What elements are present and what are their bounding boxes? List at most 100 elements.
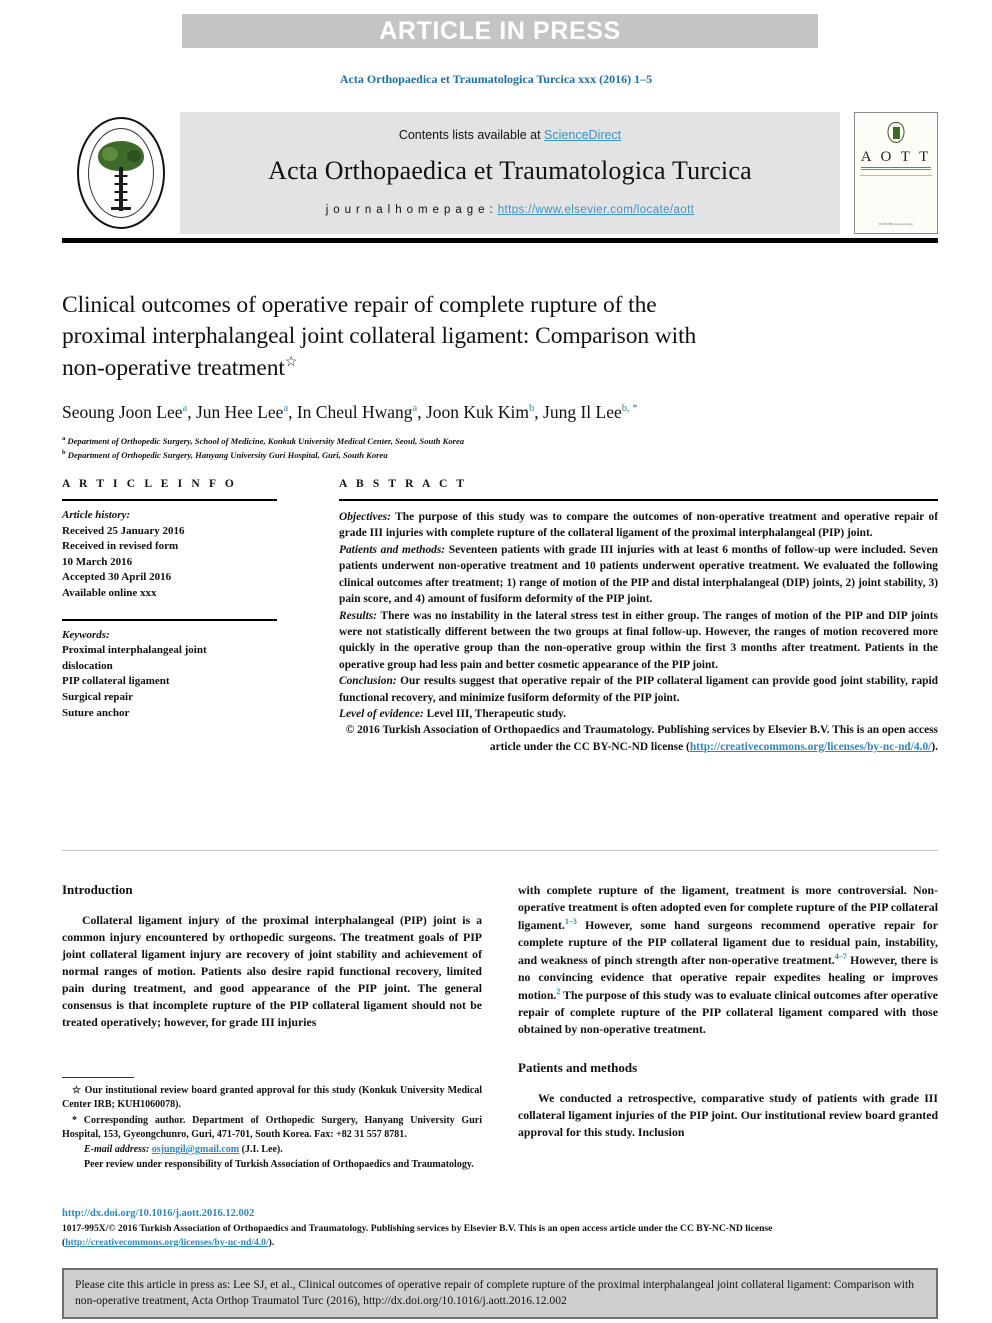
footnote-separator-rule xyxy=(62,1077,134,1078)
page-title: Clinical outcomes of operative repair of… xyxy=(62,290,938,384)
history-item: 10 March 2016 xyxy=(62,555,133,568)
journal-cover-thumbnail: A O T T ELSEVIER www.aott.org.tr xyxy=(854,112,938,234)
history-item: Received in revised form xyxy=(62,540,179,553)
affiliation-list: a Department of Orthopedic Surgery, Scho… xyxy=(62,434,938,462)
author-separator: , xyxy=(288,401,297,422)
keyword-item: PIP collateral ligament xyxy=(62,675,170,688)
publisher-line-tail: ). xyxy=(268,1236,275,1248)
publisher-license-line: 1017-995X/© 2016 Turkish Association of … xyxy=(62,1222,938,1249)
citation-box: Please cite this article in press as: Le… xyxy=(62,1268,938,1320)
tree-emblem-icon xyxy=(77,117,165,229)
email-owner: (J.I. Lee). xyxy=(239,1144,283,1156)
affiliation-text: Department of Orthopedic Surgery, School… xyxy=(67,435,465,446)
publisher-footer: http://dx.doi.org/10.1016/j.aott.2016.12… xyxy=(62,1208,938,1249)
author-item[interactable]: Jung Il Leeb, * xyxy=(543,402,637,422)
history-item: Accepted 30 April 2016 xyxy=(62,571,172,584)
masthead-bottom-rule xyxy=(62,238,938,243)
abstract-body: Objectives: The purpose of this study wa… xyxy=(339,501,938,755)
abstract-section: Patients and methods: Seventeen patients… xyxy=(339,542,938,608)
journal-title: Acta Orthopaedica et Traumatologica Turc… xyxy=(268,156,752,185)
author-item[interactable]: Jun Hee Leea xyxy=(196,402,288,422)
sciencedirect-link[interactable]: ScienceDirect xyxy=(544,128,621,142)
abstract-section-label: Objectives: xyxy=(339,511,391,523)
author-name: In Cheul Hwang xyxy=(296,401,413,422)
journal-logo xyxy=(62,112,180,234)
abstract-section-label: Results: xyxy=(339,609,377,622)
abstract-section-text: Level III, Therapeutic study. xyxy=(423,708,566,721)
keywords-block: Keywords: Proximal interphalangeal joint… xyxy=(62,621,320,722)
cover-crest-icon xyxy=(887,122,905,143)
doi-link[interactable]: http://dx.doi.org/10.1016/j.aott.2016.12… xyxy=(62,1208,254,1219)
abstract-heading: A B S T R A C T xyxy=(339,478,468,490)
author-item[interactable]: Joon Kuk Kimb xyxy=(426,402,534,422)
affiliation-marker: b xyxy=(62,448,66,456)
keywords-label: Keywords: xyxy=(62,628,110,641)
author-name: Joon Kuk Kim xyxy=(425,401,530,422)
contents-prefix-text: Contents lists available at xyxy=(398,128,545,142)
title-line-2: proximal interphalangeal joint collatera… xyxy=(62,323,697,350)
author-item[interactable]: Seoung Joon Leea xyxy=(62,402,187,422)
footnote-marker: ☆ xyxy=(72,1085,82,1096)
cover-title: A O T T xyxy=(860,149,932,165)
homepage-label: j o u r n a l h o m e p a g e : xyxy=(325,204,498,216)
keyword-item: Proximal interphalangeal joint xyxy=(62,644,207,657)
title-footnote-marker[interactable]: ☆ xyxy=(285,355,298,370)
article-in-press-label: ARTICLE IN PRESS xyxy=(379,16,621,45)
cc-license-link[interactable]: http://creativecommons.org/licenses/by-n… xyxy=(690,741,932,753)
author-separator: , xyxy=(417,401,426,422)
history-item: Received 25 January 2016 xyxy=(62,524,185,537)
author-separator: , xyxy=(187,401,196,422)
author-name: Seoung Joon Lee xyxy=(62,401,183,422)
contents-available-line: Contents lists available at ScienceDirec… xyxy=(399,128,621,142)
article-info-column: A R T I C L E I N F O Article history: R… xyxy=(62,478,320,755)
email-label: E-mail address: xyxy=(84,1144,150,1156)
abstract-section: Objectives: The purpose of this study wa… xyxy=(339,509,938,542)
section-divider-rule xyxy=(62,850,938,851)
abstract-column: A B S T R A C T Objectives: The purpose … xyxy=(339,478,938,755)
keyword-item: Suture anchor xyxy=(62,706,130,719)
author-affiliation-marker[interactable]: b, * xyxy=(622,403,638,414)
abstract-copyright: © 2016 Turkish Association of Orthopaedi… xyxy=(339,722,938,755)
email-link[interactable]: osjungil@gmail.com xyxy=(152,1144,239,1155)
author-name: Jun Hee Lee xyxy=(195,401,284,422)
introduction-paragraph: Collateral ligament injury of the proxim… xyxy=(62,913,482,1029)
introduction-continued-paragraph: with complete rupture of the ligament, t… xyxy=(518,882,938,1038)
title-line-3: non-operative treatment xyxy=(62,354,285,381)
masthead-center: Contents lists available at ScienceDirec… xyxy=(180,112,840,234)
history-item: Available online xxx xyxy=(62,587,157,600)
info-abstract-region: A R T I C L E I N F O Article history: R… xyxy=(62,478,938,755)
citation-ref[interactable]: 1–3 xyxy=(565,917,577,926)
abstract-section: Level of evidence: Level III, Therapeuti… xyxy=(339,706,938,722)
keyword-item: dislocation xyxy=(62,659,113,672)
cover-divider xyxy=(860,175,932,176)
article-in-press-banner: ARTICLE IN PRESS xyxy=(182,14,818,48)
patients-methods-heading: Patients and methods xyxy=(518,1059,638,1075)
author-name: Jung Il Lee xyxy=(543,401,622,422)
patients-methods-paragraph: We conducted a retrospective, comparativ… xyxy=(518,1090,938,1139)
abstract-section-text: Our results suggest that operative repai… xyxy=(339,675,938,704)
article-history-block: Article history: Received 25 January 201… xyxy=(62,501,320,602)
footnote-text: Our institutional review board granted a… xyxy=(62,1085,483,1111)
footnote-item: * Corresponding author. Department of Or… xyxy=(62,1114,482,1143)
keyword-item: Surgical repair xyxy=(62,691,133,704)
abstract-section: Results: There was no instability in the… xyxy=(339,608,938,674)
affiliation-text: Department of Orthopedic Surgery, Hanyan… xyxy=(67,449,388,460)
running-head: Acta Orthopaedica et Traumatologica Turc… xyxy=(339,72,653,86)
journal-homepage-line: j o u r n a l h o m e p a g e : https://… xyxy=(326,204,695,216)
footnote-block: ☆ Our institutional review board granted… xyxy=(62,1077,482,1174)
cover-footer-text: ELSEVIER www.aott.org.tr xyxy=(879,221,913,226)
author-separator: , xyxy=(534,401,544,422)
title-line-1: Clinical outcomes of operative repair of… xyxy=(62,292,657,318)
affiliation-item: b Department of Orthopedic Surgery, Hany… xyxy=(62,448,938,462)
journal-homepage-link[interactable]: https://www.elsevier.com/locate/aott xyxy=(498,204,695,216)
publisher-cc-link[interactable]: http://creativecommons.org/licenses/by-n… xyxy=(65,1237,268,1248)
abstract-copyright-tail: ). xyxy=(931,740,938,753)
citation-ref[interactable]: 4–7 xyxy=(835,952,847,961)
author-item[interactable]: In Cheul Hwanga xyxy=(297,402,417,422)
body-column-right: with complete rupture of the ligament, t… xyxy=(518,882,938,1141)
citation-text: Please cite this article in press as: Le… xyxy=(75,1278,914,1308)
article-history-label: Article history: xyxy=(62,509,131,521)
author-list: Seoung Joon Leea, Jun Hee Leea, In Cheul… xyxy=(62,401,938,424)
footnote-text: Corresponding author. Department of Orth… xyxy=(62,1114,482,1140)
affiliation-marker: a xyxy=(62,434,66,442)
